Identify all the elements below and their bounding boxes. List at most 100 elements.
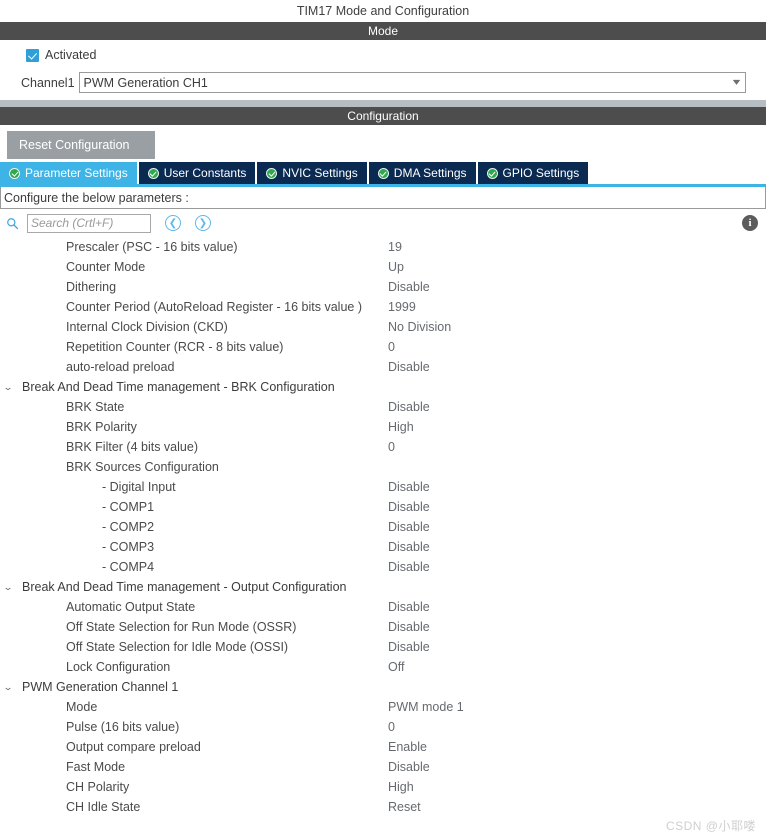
parameter-group-row[interactable]: ⌄ Break And Dead Time management - Output…: [0, 577, 766, 597]
page-title: TIM17 Mode and Configuration: [0, 0, 766, 22]
parameter-value[interactable]: Off: [388, 660, 766, 674]
parameter-value[interactable]: Disable: [388, 280, 766, 294]
parameter-name: CH Idle State: [66, 800, 141, 814]
parameter-row[interactable]: Dithering Disable: [0, 277, 766, 297]
parameter-name: Output compare preload: [66, 740, 201, 754]
parameter-value[interactable]: Disable: [388, 480, 766, 494]
parameter-value[interactable]: Disable: [388, 620, 766, 634]
parameter-group-row[interactable]: ⌄ Break And Dead Time management - BRK Co…: [0, 377, 766, 397]
parameter-row[interactable]: BRK Polarity High: [0, 417, 766, 437]
parameter-row[interactable]: Off State Selection for Idle Mode (OSSI)…: [0, 637, 766, 657]
parameter-value[interactable]: Disable: [388, 540, 766, 554]
parameter-row[interactable]: - COMP2 Disable: [0, 517, 766, 537]
parameter-row[interactable]: Internal Clock Division (CKD) No Division: [0, 317, 766, 337]
activated-label: Activated: [45, 48, 97, 62]
parameter-name: - COMP2: [102, 520, 155, 534]
search-input[interactable]: Search (Crtl+F): [27, 213, 151, 233]
tab-nvic-settings[interactable]: NVIC Settings: [257, 162, 367, 184]
parameter-value[interactable]: No Division: [388, 320, 766, 334]
activated-row[interactable]: Activated: [26, 48, 96, 62]
reset-configuration-button[interactable]: Reset Configuration: [7, 131, 155, 159]
tab-dma-settings[interactable]: DMA Settings: [368, 162, 476, 184]
parameter-value[interactable]: Disable: [388, 760, 766, 774]
channel1-selected-value: PWM Generation CH1: [83, 75, 208, 90]
parameter-value[interactable]: 1999: [388, 300, 766, 314]
parameter-name: Break And Dead Time management - BRK Con…: [22, 380, 335, 394]
check-circle-icon: [9, 167, 20, 179]
search-icon: [7, 217, 19, 229]
check-circle-icon: [147, 167, 159, 179]
parameter-row[interactable]: Automatic Output State Disable: [0, 597, 766, 617]
check-circle-icon: [486, 167, 498, 179]
parameter-row[interactable]: Fast Mode Disable: [0, 757, 766, 777]
parameter-row[interactable]: BRK Sources Configuration: [0, 457, 766, 477]
activated-checkbox[interactable]: [26, 48, 39, 62]
parameter-row[interactable]: Lock Configuration Off: [0, 657, 766, 677]
parameter-row[interactable]: - COMP3 Disable: [0, 537, 766, 557]
chevron-down-icon[interactable]: ⌄: [0, 682, 19, 693]
parameter-name: BRK Sources Configuration: [66, 460, 219, 474]
parameter-value[interactable]: 0: [388, 340, 766, 354]
parameter-name: Pulse (16 bits value): [66, 720, 180, 734]
parameter-row[interactable]: BRK State Disable: [0, 397, 766, 417]
parameter-row[interactable]: - COMP1 Disable: [0, 497, 766, 517]
parameter-row[interactable]: - Digital Input Disable: [0, 477, 766, 497]
parameter-row[interactable]: Mode PWM mode 1: [0, 697, 766, 717]
tab-parameter-settings[interactable]: Parameter Settings: [0, 162, 137, 184]
parameter-value[interactable]: Reset: [388, 800, 766, 814]
chevron-down-icon[interactable]: ⌄: [0, 582, 19, 593]
parameter-row[interactable]: auto-reload preload Disable: [0, 357, 766, 377]
parameter-row[interactable]: Repetition Counter (RCR - 8 bits value) 0: [0, 337, 766, 357]
parameter-group-row[interactable]: ⌄ PWM Generation Channel 1: [0, 677, 766, 697]
parameter-row[interactable]: Off State Selection for Run Mode (OSSR) D…: [0, 617, 766, 637]
reset-row: Reset Configuration: [0, 125, 766, 162]
tab-gpio-settings[interactable]: GPIO Settings: [477, 162, 589, 184]
check-circle-icon: [266, 167, 278, 179]
parameter-value[interactable]: Disable: [388, 400, 766, 414]
parameter-value[interactable]: High: [388, 780, 766, 794]
channel1-row: Channel1 PWM Generation CH1 ▾: [21, 72, 746, 93]
info-icon[interactable]: i: [742, 215, 758, 231]
parameter-name: BRK State: [66, 400, 125, 414]
parameter-value[interactable]: 19: [388, 240, 766, 254]
parameter-value[interactable]: Disable: [388, 520, 766, 534]
tab-user-constants[interactable]: User Constants: [138, 162, 256, 184]
check-circle-icon: [377, 167, 389, 179]
parameter-row[interactable]: CH Polarity High: [0, 777, 766, 797]
parameter-value[interactable]: Up: [388, 260, 766, 274]
parameter-name: Repetition Counter (RCR - 8 bits value): [66, 340, 284, 354]
configure-prompt: Configure the below parameters :: [0, 187, 766, 209]
parameter-value[interactable]: Enable: [388, 740, 766, 754]
parameter-row[interactable]: Counter Mode Up: [0, 257, 766, 277]
parameter-value[interactable]: PWM mode 1: [388, 700, 766, 714]
parameter-value[interactable]: Disable: [388, 360, 766, 374]
parameter-value[interactable]: Disable: [388, 500, 766, 514]
chevron-down-icon[interactable]: ⌄: [0, 382, 19, 393]
chevron-right-circle-icon[interactable]: ❯: [195, 215, 211, 231]
chevron-left-circle-icon[interactable]: ❮: [165, 215, 181, 231]
parameter-name: Prescaler (PSC - 16 bits value): [66, 240, 238, 254]
parameter-value[interactable]: High: [388, 420, 766, 434]
parameter-row[interactable]: Output compare preload Enable: [0, 737, 766, 757]
configuration-body: Reset Configuration Parameter Settings Us…: [0, 125, 766, 817]
parameter-row[interactable]: BRK Filter (4 bits value) 0: [0, 437, 766, 457]
parameter-value[interactable]: Disable: [388, 560, 766, 574]
parameter-name: CH Polarity: [66, 780, 130, 794]
tab-label: User Constants: [163, 166, 247, 180]
channel1-label: Channel1: [21, 75, 75, 90]
parameter-value[interactable]: 0: [388, 440, 766, 454]
channel1-select[interactable]: PWM Generation CH1 ▾: [78, 72, 746, 93]
section-divider: [0, 100, 766, 107]
parameter-value[interactable]: Disable: [388, 640, 766, 654]
watermark: CSDN @小耶喽: [665, 819, 756, 833]
parameter-name: PWM Generation Channel 1: [22, 680, 179, 694]
parameter-row[interactable]: Prescaler (PSC - 16 bits value) 19: [0, 237, 766, 257]
parameter-row[interactable]: Pulse (16 bits value) 0: [0, 717, 766, 737]
parameter-row[interactable]: Counter Period (AutoReload Register - 16…: [0, 297, 766, 317]
tab-label: DMA Settings: [393, 166, 467, 180]
parameter-value[interactable]: 0: [388, 720, 766, 734]
parameter-row[interactable]: CH Idle State Reset: [0, 797, 766, 817]
configuration-section-header: Configuration: [0, 107, 766, 125]
parameter-row[interactable]: - COMP4 Disable: [0, 557, 766, 577]
parameter-value[interactable]: Disable: [388, 600, 766, 614]
